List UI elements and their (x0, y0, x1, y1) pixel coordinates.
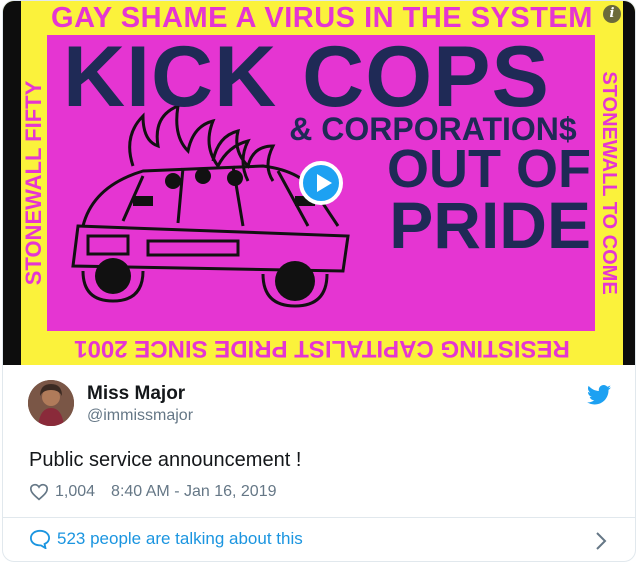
avatar[interactable] (28, 380, 74, 426)
author-handle[interactable]: @immissmajor (87, 407, 193, 425)
tweet-meta: 1,004 8:40 AM - Jan 16, 2019 (29, 481, 277, 503)
tweet-footer[interactable]: 523 people are talking about this (3, 517, 635, 561)
poster-line-pride: PRIDE (389, 188, 591, 262)
tweet-card: GAY SHAME A VIRUS IN THE SYSTEM RESISTIN… (2, 0, 636, 562)
avatar-image (28, 380, 74, 426)
tweet-header: Miss Major @immissmajor (3, 365, 635, 445)
poster-right-text: STONEWALL TO COME (598, 71, 620, 295)
video-letterbox-right (623, 1, 635, 365)
like-count[interactable]: 1,004 (55, 483, 95, 501)
tweet-text: Public service announcement ! (29, 449, 302, 471)
conversation-label[interactable]: 523 people are talking about this (57, 529, 303, 549)
heart-icon[interactable] (29, 483, 49, 501)
conversation-link[interactable]: 523 people are talking about this (29, 529, 303, 549)
play-button-icon[interactable] (299, 161, 343, 205)
info-icon[interactable]: i (603, 5, 621, 23)
burning-police-car-illustration (71, 106, 350, 308)
speech-bubble-icon (29, 529, 51, 549)
tweet-media-video[interactable]: GAY SHAME A VIRUS IN THE SYSTEM RESISTIN… (3, 1, 635, 365)
twitter-bird-icon[interactable] (587, 385, 611, 405)
poster-left-text: STONEWALL FIFTY (21, 80, 46, 286)
poster-bottom-text: RESISTING CAPITALIST PRIDE SINCE 2001 (74, 335, 570, 362)
video-letterbox-left (3, 1, 21, 365)
tweet-timestamp[interactable]: 8:40 AM - Jan 16, 2019 (111, 483, 276, 501)
chevron-right-icon[interactable] (595, 531, 607, 551)
author-name[interactable]: Miss Major (87, 383, 185, 405)
